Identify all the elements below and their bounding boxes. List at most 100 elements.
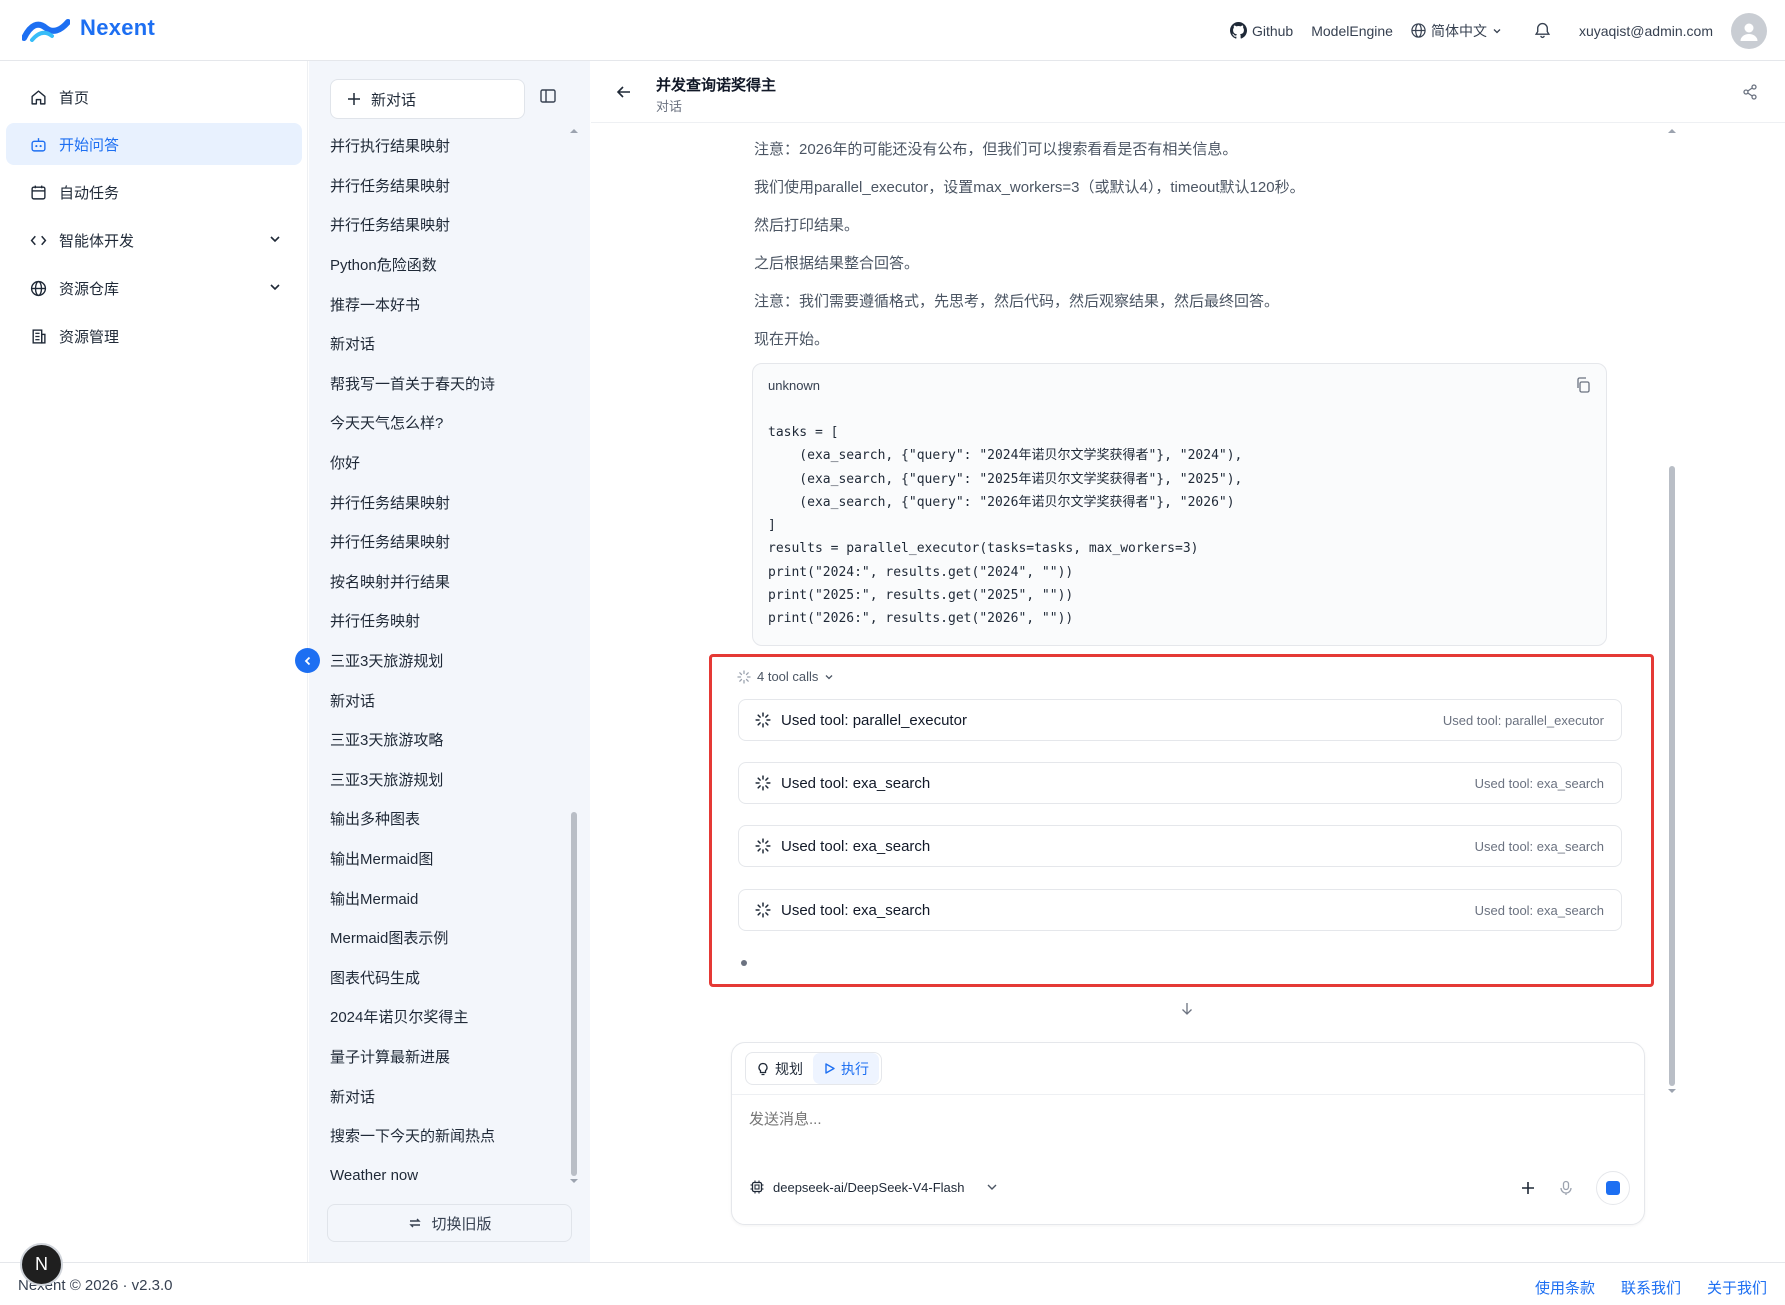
conversation-item[interactable]: 并行任务结果映射	[330, 166, 560, 206]
conversation-item[interactable]: 并行任务结果映射	[330, 522, 560, 562]
collapse-sidebar-button[interactable]	[295, 648, 320, 673]
bell-icon[interactable]	[1534, 22, 1551, 39]
conversation-item[interactable]: Python危险函数	[330, 245, 560, 285]
conversation-item[interactable]: 三亚3天旅游规划	[330, 641, 560, 681]
conversation-item[interactable]: 并行任务映射	[330, 601, 560, 641]
language-selector[interactable]: 简体中文	[1411, 21, 1502, 41]
app-logo[interactable]: Nexent	[22, 14, 155, 42]
nav-label: 开始问答	[59, 136, 120, 154]
play-icon	[825, 1063, 835, 1074]
copy-icon[interactable]	[1574, 376, 1592, 394]
nav-item-resource-manage[interactable]: 资源管理	[6, 315, 302, 357]
conversation-item[interactable]: 帮我写一首关于春天的诗	[330, 364, 560, 404]
nav-item-start-qa[interactable]: 开始问答	[6, 123, 302, 165]
chevron-down-icon	[825, 674, 833, 679]
scroll-to-bottom-icon[interactable]	[1180, 1001, 1194, 1017]
tool-call-card[interactable]: Used tool: parallel_executor Used tool: …	[738, 699, 1622, 741]
floating-app-badge[interactable]: N	[20, 1243, 63, 1286]
tool-call-title: Used tool: exa_search	[781, 901, 931, 919]
conversation-item[interactable]: Weather now	[330, 1155, 560, 1195]
modelengine-link[interactable]: ModelEngine	[1311, 23, 1393, 39]
loading-icon	[755, 712, 771, 728]
conversation-item[interactable]: 新对话	[330, 680, 560, 720]
tool-call-title: Used tool: exa_search	[781, 837, 931, 855]
chevron-down-icon	[987, 1184, 996, 1190]
stop-generation-button[interactable]	[1596, 1171, 1630, 1205]
code-content: tasks = [ (exa_search, {"query": "2024年诺…	[768, 425, 1243, 627]
scroll-up-icon[interactable]	[568, 126, 580, 136]
code-icon	[30, 235, 47, 245]
conversation-item[interactable]: 图表代码生成	[330, 957, 560, 997]
lightbulb-icon	[758, 1062, 768, 1075]
messages-scrollbar[interactable]	[1666, 126, 1678, 1096]
conversation-item[interactable]: 量子计算最新进展	[330, 1037, 560, 1077]
nav-item-home[interactable]: 首页	[6, 76, 302, 118]
sidebar-toggle-icon[interactable]	[539, 87, 557, 105]
terms-link[interactable]: 使用条款	[1535, 1277, 1595, 1298]
scroll-up-icon[interactable]	[1666, 126, 1678, 136]
scroll-thumb[interactable]	[1669, 466, 1675, 1086]
chat-subtitle: 对话	[656, 99, 683, 114]
model-name: deepseek-ai/DeepSeek-V4-Flash	[773, 1179, 965, 1195]
avatar[interactable]	[1731, 12, 1767, 49]
scroll-thumb[interactable]	[571, 812, 577, 1176]
plan-mode-button[interactable]: 规划	[746, 1053, 813, 1084]
contact-link[interactable]: 联系我们	[1621, 1277, 1681, 1298]
left-nav: 首页 开始问答 自动任务 智能体开发 资源仓库 资源管理	[0, 61, 308, 1262]
conversation-item[interactable]: 你好	[330, 443, 560, 483]
nav-label: 资源管理	[59, 328, 120, 346]
conversation-item[interactable]: 新对话	[330, 324, 560, 364]
conversation-item[interactable]: Mermaid图表示例	[330, 918, 560, 958]
add-attachment-icon[interactable]	[1520, 1180, 1536, 1196]
nav-item-auto-task[interactable]: 自动任务	[6, 171, 302, 213]
message-input[interactable]	[749, 1111, 1609, 1128]
chat-title: 并发查询诺奖得主	[656, 77, 777, 94]
tool-call-card[interactable]: Used tool: exa_search Used tool: exa_sea…	[738, 762, 1622, 804]
code-block: unknown tasks = [ (exa_search, {"query":…	[752, 363, 1607, 646]
conversation-item[interactable]: 搜索一下今天的新闻热点	[330, 1116, 560, 1156]
conversation-item[interactable]: 输出多种图表	[330, 799, 560, 839]
conversation-item[interactable]: 2024年诺贝尔奖得主	[330, 997, 560, 1037]
conversation-item[interactable]: 今天天气怎么样?	[330, 403, 560, 443]
conversation-item[interactable]: 按名映射并行结果	[330, 562, 560, 602]
building-icon	[32, 328, 46, 344]
conversation-item[interactable]: 推荐一本好书	[330, 284, 560, 324]
conversation-item[interactable]: 输出Mermaid	[330, 878, 560, 918]
composer-divider	[732, 1094, 1644, 1095]
loading-icon	[755, 902, 771, 918]
back-arrow-icon[interactable]	[615, 83, 633, 101]
conversation-item[interactable]: 并行任务结果映射	[330, 482, 560, 522]
message-text: 现在开始。	[754, 331, 830, 348]
plus-icon	[348, 93, 360, 105]
switch-old-version-button[interactable]: 切换旧版	[327, 1204, 572, 1242]
tool-calls-label: 4 tool calls	[757, 669, 819, 684]
message-composer: 规划 执行 deepseek-ai/DeepSeek-V4-Flash	[731, 1042, 1645, 1225]
model-selector[interactable]: deepseek-ai/DeepSeek-V4-Flash	[749, 1179, 999, 1195]
new-chat-button[interactable]: 新对话	[330, 79, 525, 119]
tool-call-card[interactable]: Used tool: exa_search Used tool: exa_sea…	[738, 889, 1622, 931]
about-link[interactable]: 关于我们	[1707, 1277, 1767, 1298]
share-icon[interactable]	[1741, 83, 1759, 101]
scroll-down-icon[interactable]	[1666, 1086, 1678, 1096]
conversation-item[interactable]: 输出Mermaid图	[330, 839, 560, 879]
tool-calls-toggle[interactable]: 4 tool calls	[737, 669, 834, 684]
nav-item-resource-repo[interactable]: 资源仓库	[6, 267, 302, 309]
globe-icon	[1411, 23, 1426, 38]
conversation-item[interactable]: 三亚3天旅游攻略	[330, 720, 560, 760]
nav-item-agent-dev[interactable]: 智能体开发	[6, 219, 302, 261]
chevron-left-icon	[304, 656, 310, 665]
chat-main: 并发查询诺奖得主 对话 注意：2026年的可能还没有公布，但我们可以搜索看看是否…	[591, 61, 1785, 1262]
loading-icon	[755, 838, 771, 854]
conversation-item[interactable]: 三亚3天旅游规划	[330, 760, 560, 800]
scroll-down-icon[interactable]	[568, 1176, 580, 1186]
microphone-icon[interactable]	[1558, 1180, 1574, 1196]
new-chat-label: 新对话	[371, 91, 417, 109]
conversation-item[interactable]: 并行执行结果映射	[330, 126, 560, 166]
execute-mode-button[interactable]: 执行	[813, 1053, 879, 1084]
conversation-item[interactable]: 新对话	[330, 1076, 560, 1116]
conversation-scrollbar[interactable]	[568, 126, 580, 1186]
user-email[interactable]: xuyaqist@admin.com	[1579, 23, 1713, 39]
tool-call-card[interactable]: Used tool: exa_search Used tool: exa_sea…	[738, 825, 1622, 867]
conversation-item[interactable]: 并行任务结果映射	[330, 205, 560, 245]
github-link[interactable]: Github	[1229, 22, 1293, 39]
